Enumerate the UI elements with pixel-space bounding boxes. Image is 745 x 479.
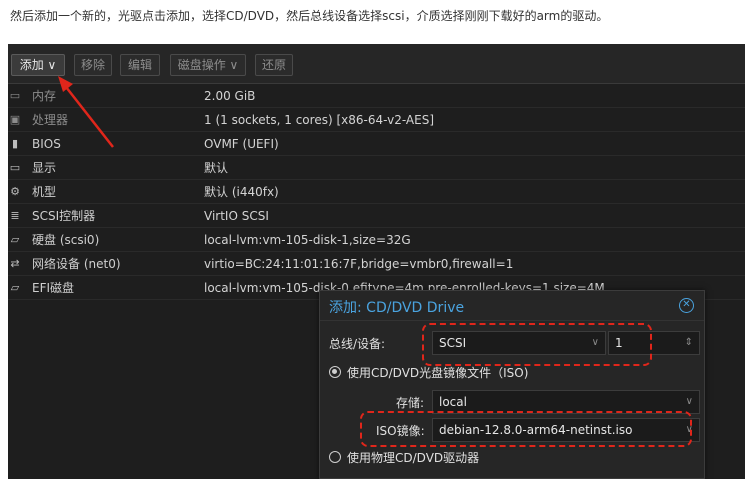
annotation-arrow (58, 76, 114, 148)
